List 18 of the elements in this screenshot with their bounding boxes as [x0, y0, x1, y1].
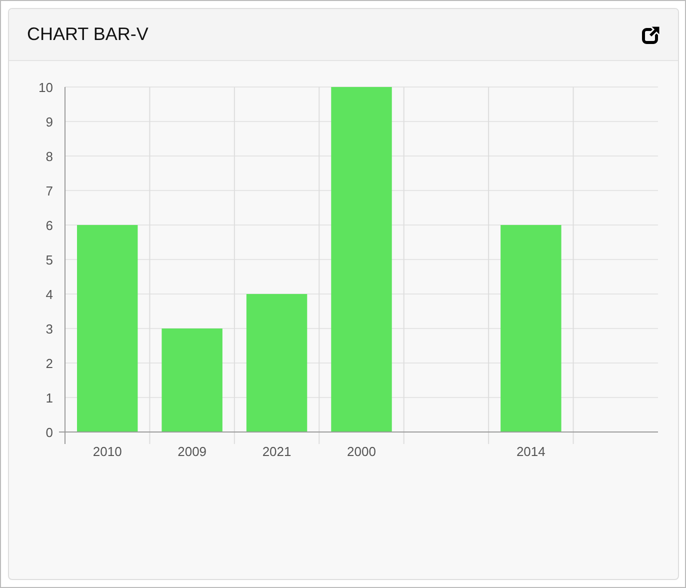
y-tick-label: 2 [46, 356, 53, 371]
y-tick-label: 1 [46, 390, 53, 406]
y-tick-label: 4 [46, 287, 53, 302]
y-tick-label: 9 [46, 114, 53, 130]
external-link-icon[interactable] [642, 26, 660, 44]
y-tick-label: 10 [38, 80, 53, 95]
x-tick-label: 2009 [178, 444, 207, 459]
y-tick-label: 3 [46, 322, 53, 336]
y-tick-label: 6 [46, 218, 53, 233]
y-tick-label: 5 [46, 252, 53, 268]
y-tick-label: 0 [46, 425, 53, 440]
x-tick-label: 2000 [347, 444, 376, 459]
y-tick-label: 8 [46, 149, 53, 164]
x-tick-label: 2010 [92, 444, 122, 459]
y-tick-label: 7 [46, 184, 53, 198]
panel-title: CHART BAR-V [27, 24, 148, 45]
x-tick-label: 2014 [516, 444, 546, 459]
x-tick-label: 2021 [262, 444, 292, 459]
